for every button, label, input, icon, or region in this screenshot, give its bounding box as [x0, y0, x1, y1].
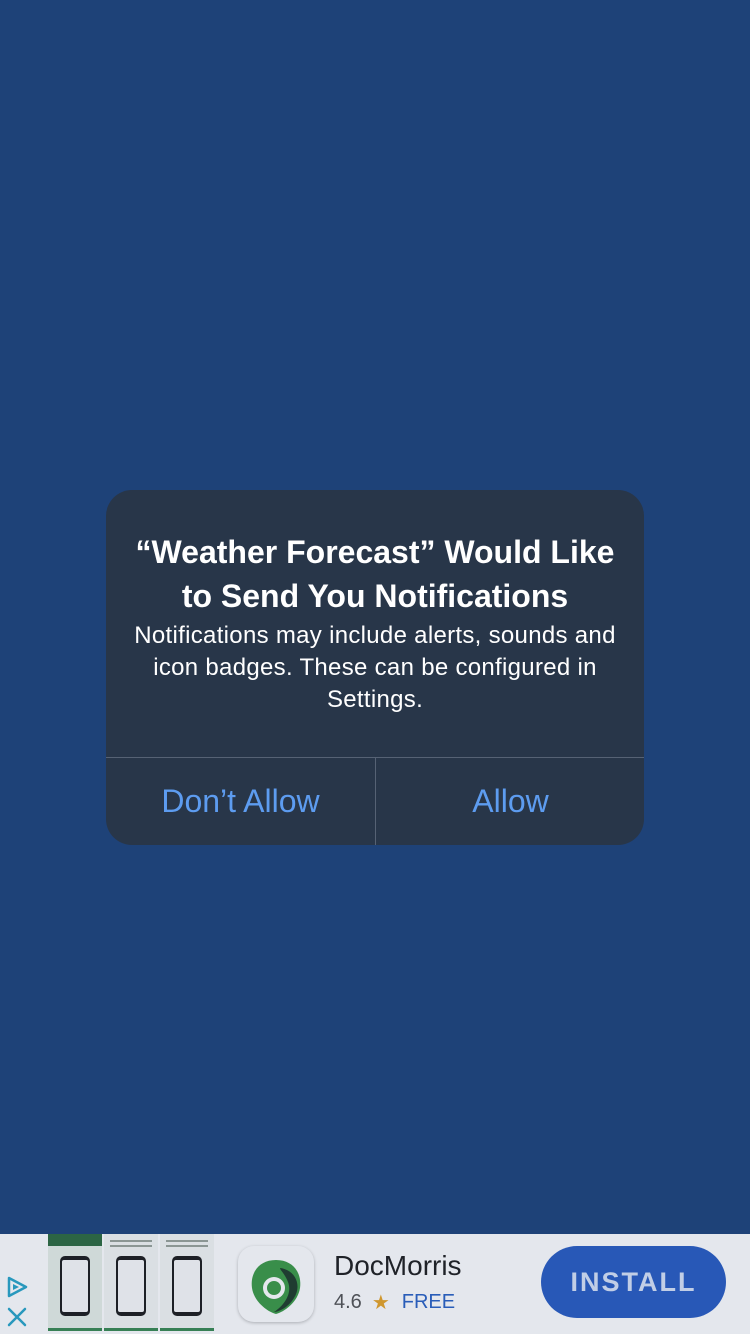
allow-button[interactable]: Allow [376, 758, 644, 845]
notification-permission-alert: “Weather Forecast” Would Like to Send Yo… [106, 490, 644, 845]
close-icon[interactable] [6, 1306, 28, 1328]
docmorris-logo-icon [251, 1260, 301, 1314]
install-button[interactable]: INSTALL [541, 1246, 726, 1318]
alert-title: “Weather Forecast” Would Like to Send Yo… [135, 534, 615, 614]
app-screenshot-thumbnail [48, 1234, 102, 1331]
rating-value: 4.6 [334, 1291, 362, 1313]
app-icon[interactable] [238, 1246, 314, 1322]
app-screenshot-thumbnail [160, 1234, 214, 1331]
dont-allow-button[interactable]: Don’t Allow [106, 758, 375, 845]
app-rating: 4.6 ★ FREE [334, 1290, 455, 1315]
price-label: FREE [401, 1291, 456, 1313]
star-icon: ★ [371, 1292, 390, 1314]
app-screenshot-thumbnail [104, 1234, 158, 1331]
app-name: DocMorris [334, 1250, 462, 1281]
ad-choices-icon[interactable] [4, 1274, 30, 1300]
alert-message: Notifications may include alerts, sounds… [134, 622, 616, 713]
ad-banner[interactable]: DocMorris 4.6 ★ FREE INSTALL [0, 1234, 750, 1334]
